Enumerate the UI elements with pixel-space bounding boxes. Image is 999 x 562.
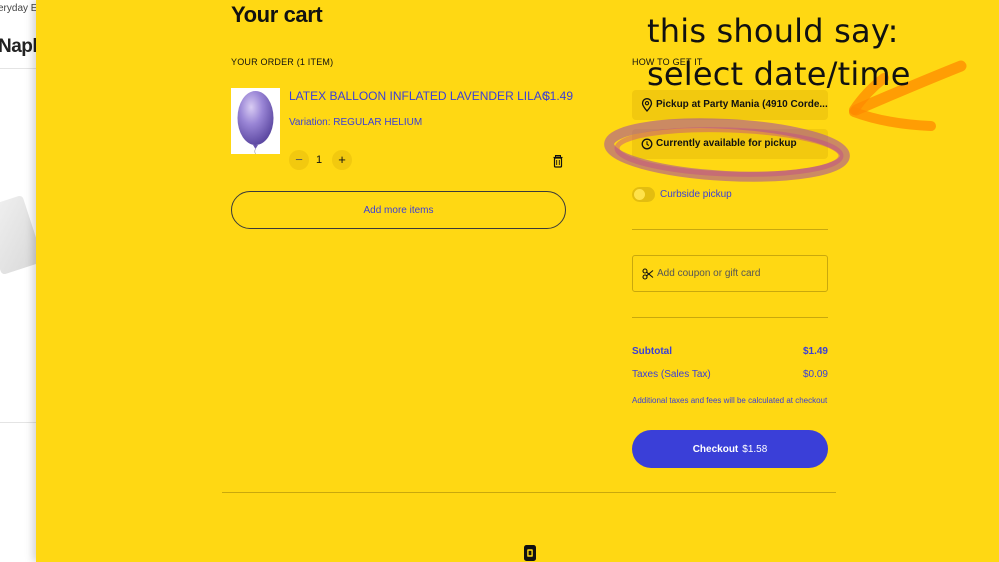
curbside-label: Curbside pickup (660, 189, 732, 200)
curbside-toggle[interactable] (632, 187, 655, 202)
checkout-button[interactable]: Checkout $1.58 (632, 430, 828, 468)
checkout-label: Checkout (692, 443, 739, 455)
pickup-location-button[interactable]: Pickup at Party Mania (4910 Corde... (632, 90, 828, 120)
order-header: YOUR ORDER (1 ITEM) (231, 57, 334, 67)
background-page: eryday Ent Napki (0, 0, 36, 562)
footer-divider (222, 492, 836, 493)
item-price: $1.49 (543, 89, 574, 103)
coupon-field[interactable]: Add coupon or gift card (632, 255, 828, 292)
checkout-note: Additional taxes and fees will be calcul… (632, 396, 828, 405)
toggle-knob (634, 189, 645, 200)
decrease-quantity-button[interactable]: − (289, 150, 309, 170)
cart-panel: Your cart YOUR ORDER (1 ITEM) HOW TO GET… (36, 0, 999, 562)
add-more-items-button[interactable]: Add more items (231, 191, 566, 229)
pickup-location-label: Pickup at Party Mania (4910 Corde... (656, 99, 828, 110)
pickup-time-button[interactable]: Currently available for pickup (632, 129, 828, 159)
background-title: Napki (0, 36, 36, 57)
background-product-image (0, 194, 36, 276)
quantity-value: 1 (316, 154, 323, 166)
coupon-placeholder: Add coupon or gift card (657, 268, 761, 279)
square-logo (523, 544, 537, 562)
map-pin-icon (641, 98, 653, 112)
checkout-total: $1.58 (742, 443, 768, 455)
subtotal-value: $1.49 (802, 346, 828, 357)
trash-icon[interactable] (551, 154, 565, 168)
balloon-image (237, 91, 274, 155)
pickup-time-label: Currently available for pickup (656, 138, 797, 149)
annotation-text: select date/time (647, 55, 911, 93)
item-thumbnail[interactable] (231, 88, 280, 155)
background-breadcrumb: eryday Ent (0, 3, 36, 14)
subtotal-label: Subtotal (632, 346, 672, 357)
annotation-text: this should say: (647, 12, 899, 50)
divider (632, 229, 828, 230)
background-divider (0, 422, 36, 423)
background-divider (0, 68, 36, 69)
scissors-icon (642, 268, 654, 280)
clock-icon (641, 138, 653, 150)
item-variation: Variation: REGULAR HELIUM (289, 117, 423, 128)
tax-label: Taxes (Sales Tax) (632, 369, 711, 380)
item-name-link[interactable]: LATEX BALLOON INFLATED LAVENDER LILAC (289, 89, 550, 103)
increase-quantity-button[interactable]: + (332, 150, 352, 170)
tax-value: $0.09 (802, 369, 828, 380)
cart-title: Your cart (231, 2, 323, 27)
divider (632, 317, 828, 318)
